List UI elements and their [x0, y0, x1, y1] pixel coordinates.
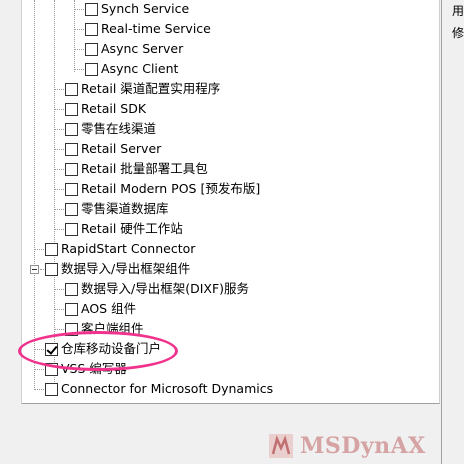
- tree-item-retail-channel-db[interactable]: 零售渠道数据库: [65, 199, 169, 219]
- checkbox[interactable]: [85, 22, 98, 36]
- tree-item-label: 零售渠道数据库: [81, 201, 169, 216]
- tree-item-label: 数据导入/导出框架(DIXF)服务: [81, 281, 250, 296]
- tree-item-retail-server[interactable]: Retail Server: [65, 139, 161, 159]
- tree-item-label: Retail SDK: [81, 101, 147, 116]
- tree-connector: [54, 189, 64, 190]
- checkbox[interactable]: [85, 42, 98, 56]
- tree-connector: [54, 129, 64, 130]
- tree-item-label: Retail Modern POS [预发布版]: [81, 181, 261, 196]
- collapse-icon[interactable]: [30, 265, 39, 274]
- tree-item-retail-online-channel[interactable]: 零售在线渠道: [65, 119, 156, 139]
- checkbox[interactable]: [45, 242, 58, 256]
- tree-connector: [74, 9, 84, 10]
- tree-item-label: 零售在线渠道: [81, 121, 157, 136]
- checkbox[interactable]: [65, 102, 78, 116]
- checkbox[interactable]: [65, 182, 78, 196]
- tree-connector: [54, 109, 64, 110]
- tree-item-async-client[interactable]: Async Client: [85, 59, 178, 79]
- description-text: 修: [452, 26, 464, 40]
- tree-item-label: RapidStart Connector: [61, 241, 196, 256]
- checkbox[interactable]: [65, 222, 78, 236]
- left-pane: [0, 0, 22, 464]
- watermark-text: MSDynAX: [300, 433, 426, 459]
- tree-item-warehouse-mobile-portal[interactable]: 仓库移动设备门户: [45, 339, 161, 359]
- checkbox-checked[interactable]: [45, 342, 58, 356]
- checkbox[interactable]: [45, 262, 58, 276]
- tree-item-retail-sdk[interactable]: Retail SDK: [65, 99, 146, 119]
- tree-item-label: 客户端组件: [81, 321, 144, 336]
- checkbox[interactable]: [65, 202, 78, 216]
- tree-item-label: Connector for Microsoft Dynamics: [61, 381, 274, 396]
- tree-connector: [34, 249, 44, 250]
- checkbox[interactable]: [65, 322, 78, 336]
- tree-item-connector-dynamics[interactable]: Connector for Microsoft Dynamics: [45, 379, 273, 399]
- tree-connector: [54, 274, 55, 328]
- tree-item-label: VSS 编写器: [61, 361, 127, 376]
- tree-item-realtime-service[interactable]: Real-time Service: [85, 19, 211, 39]
- tree-connector: [34, 369, 44, 370]
- checkbox[interactable]: [85, 62, 98, 76]
- tree-item-dixf-service[interactable]: 数据导入/导出框架(DIXF)服务: [65, 279, 249, 299]
- tree-connector: [74, 69, 84, 70]
- tree-connector: [54, 329, 64, 330]
- tree-connector: [34, 389, 44, 390]
- checkbox[interactable]: [65, 142, 78, 156]
- msdynax-logo-icon: [268, 433, 294, 459]
- description-text: 用: [452, 4, 464, 18]
- tree-item-retail-modern-pos[interactable]: Retail Modern POS [预发布版]: [65, 179, 260, 199]
- tree-item-retail-mass-deploy[interactable]: Retail 批量部署工具包: [65, 159, 208, 179]
- checkbox[interactable]: [45, 382, 58, 396]
- checkbox[interactable]: [65, 122, 78, 136]
- tree-item-label: Synch Service: [101, 1, 190, 16]
- tree-item-label: 仓库移动设备门户: [61, 341, 162, 356]
- description-pane: 用 修: [441, 0, 464, 464]
- tree-item-label: AOS 组件: [81, 301, 137, 316]
- tree-connector: [54, 229, 64, 230]
- tree-connector: [54, 169, 64, 170]
- checkbox[interactable]: [65, 82, 78, 96]
- tree-connector: [40, 269, 44, 270]
- tree-item-client-component[interactable]: 客户端组件: [65, 319, 144, 339]
- tree-item-vss-writer[interactable]: VSS 编写器: [45, 359, 127, 379]
- tree-item-synch-service[interactable]: Synch Service: [85, 0, 189, 19]
- tree-item-label: Retail 批量部署工具包: [81, 161, 208, 176]
- tree-item-retail-hardware-station[interactable]: Retail 硬件工作站: [65, 219, 183, 239]
- tree-connector: [74, 29, 84, 30]
- tree-connector: [54, 209, 64, 210]
- tree-connector: [74, 0, 75, 72]
- tree-item-label: Async Client: [101, 61, 179, 76]
- checkbox[interactable]: [85, 2, 98, 16]
- tree-connector: [34, 0, 35, 388]
- tree-item-data-import-export[interactable]: 数据导入/导出框架组件: [45, 259, 190, 279]
- tree-item-async-server[interactable]: Async Server: [85, 39, 183, 59]
- tree-connector: [54, 149, 64, 150]
- tree-connector: [54, 309, 64, 310]
- tree-connector: [74, 49, 84, 50]
- tree-item-aos-component[interactable]: AOS 组件: [65, 299, 136, 319]
- tree-item-label: Retail 硬件工作站: [81, 221, 183, 236]
- tree-item-label: Async Server: [101, 41, 184, 56]
- tree-item-label: Retail 渠道配置实用程序: [81, 81, 221, 96]
- tree-connector: [54, 289, 64, 290]
- tree-connector: [54, 89, 64, 90]
- tree-item-retail-channel-config[interactable]: Retail 渠道配置实用程序: [65, 79, 220, 99]
- tree-item-label: 数据导入/导出框架组件: [61, 261, 191, 276]
- checkbox[interactable]: [65, 162, 78, 176]
- watermark: MSDynAX: [268, 430, 426, 462]
- checkbox[interactable]: [65, 302, 78, 316]
- feature-tree[interactable]: Synch Service Real-time Service Async Se…: [22, 0, 440, 404]
- tree-item-rapidstart-connector[interactable]: RapidStart Connector: [45, 239, 195, 259]
- tree-item-label: Retail Server: [81, 141, 162, 156]
- checkbox[interactable]: [65, 282, 78, 296]
- tree-connector: [34, 349, 44, 350]
- tree-item-label: Real-time Service: [101, 21, 211, 36]
- checkbox[interactable]: [45, 362, 58, 376]
